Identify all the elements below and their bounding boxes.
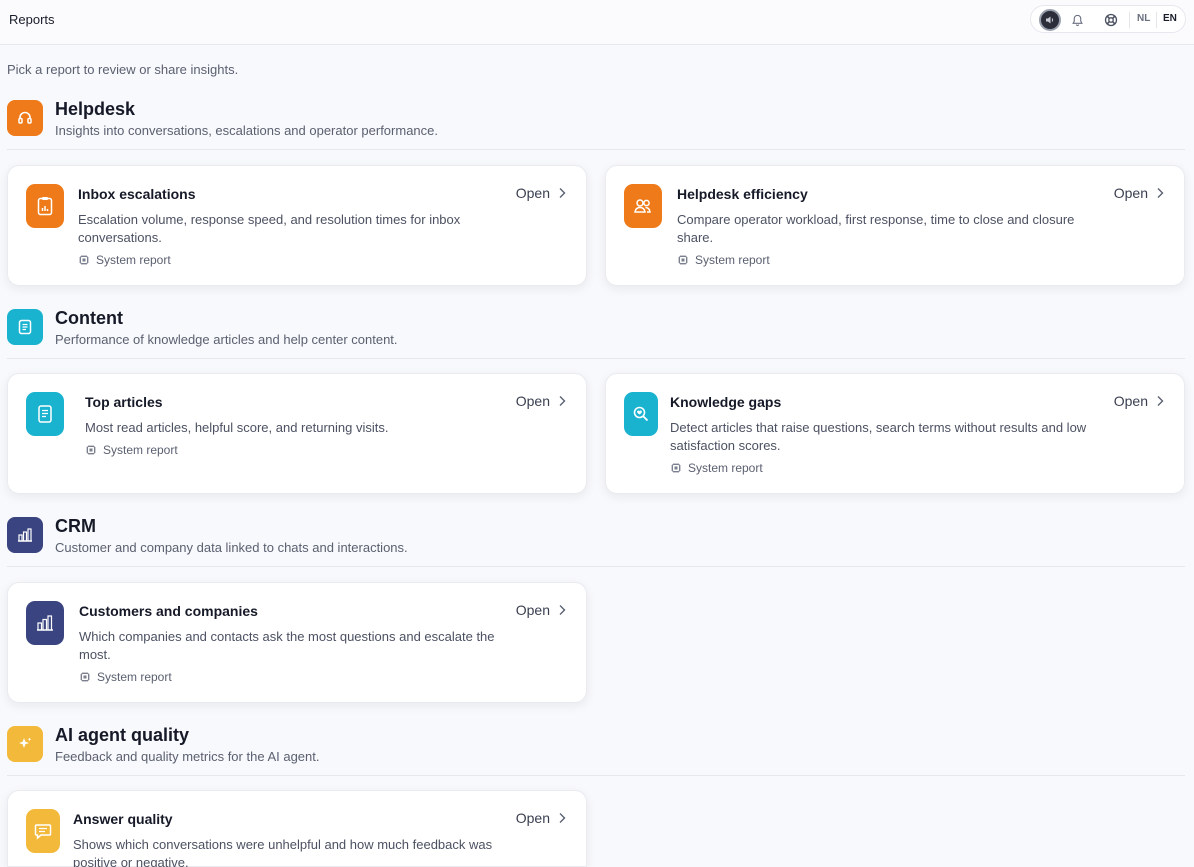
headset-icon — [7, 100, 43, 136]
section-ai-agent-quality: AI agent quality Feedback and quality me… — [7, 725, 1185, 776]
language-en[interactable]: EN — [1163, 13, 1177, 24]
open-report-button[interactable]: Open — [516, 185, 566, 201]
header-toolbar: NL EN — [1030, 5, 1186, 33]
section-title: AI agent quality — [55, 725, 190, 745]
bell-icon[interactable] — [1069, 12, 1085, 28]
chip-icon — [80, 672, 90, 682]
card-title: Answer quality — [73, 811, 173, 827]
report-card-answer-quality[interactable]: Answer quality Shows which conversations… — [7, 790, 587, 867]
speaker-icon — [1046, 16, 1054, 24]
card-meta: System report — [85, 443, 178, 457]
chevron-right-icon — [1157, 188, 1164, 198]
card-title: Inbox escalations — [78, 186, 196, 202]
chat-lines-icon — [26, 809, 60, 853]
report-card-knowledge-gaps[interactable]: Knowledge gaps Detect articles that rais… — [605, 373, 1185, 494]
top-bar: Reports NL EN — [0, 0, 1194, 45]
card-description: Detect articles that raise questions, se… — [670, 420, 1087, 453]
card-title: Top articles — [85, 394, 163, 410]
open-label: Open — [515, 602, 550, 618]
card-title: Helpdesk efficiency — [677, 186, 808, 202]
user-avatar[interactable] — [1039, 9, 1061, 31]
chip-icon — [671, 463, 681, 473]
section-crm: CRM Customer and company data linked to … — [7, 516, 1185, 567]
card-description: Escalation volume, response speed, and r… — [78, 212, 461, 245]
page-subtitle: Pick a report to review or share insight… — [7, 62, 239, 77]
section-description: Feedback and quality metrics for the AI … — [55, 749, 320, 764]
chip-icon — [86, 445, 96, 455]
section-description: Performance of knowledge articles and he… — [55, 332, 398, 347]
open-report-button[interactable]: Open — [516, 810, 566, 826]
open-report-button[interactable]: Open — [1114, 185, 1164, 201]
open-label: Open — [1113, 393, 1148, 409]
users-icon — [624, 184, 662, 228]
system-report-label: System report — [103, 443, 178, 457]
chevron-right-icon — [1157, 396, 1164, 406]
system-report-label: System report — [688, 461, 763, 475]
open-label: Open — [515, 185, 550, 201]
section-description: Insights into conversations, escalations… — [55, 123, 438, 138]
document-list-icon — [7, 309, 43, 345]
card-meta: System report — [79, 670, 172, 684]
card-description: Most read articles, helpful score, and r… — [85, 420, 389, 435]
chevron-right-icon — [559, 188, 566, 198]
card-description: Compare operator workload, first respons… — [677, 212, 1075, 245]
building-chart-icon — [7, 517, 43, 553]
chip-icon — [678, 255, 688, 265]
article-list-icon — [26, 392, 64, 436]
report-card-inbox-escalations[interactable]: Inbox escalations Escalation volume, res… — [7, 165, 587, 286]
system-report-label: System report — [695, 253, 770, 267]
card-meta: System report — [677, 253, 770, 267]
system-report-label: System report — [96, 253, 171, 267]
clipboard-chart-icon — [26, 184, 64, 228]
help-lifebuoy-icon[interactable] — [1103, 12, 1119, 28]
open-report-button[interactable]: Open — [516, 602, 566, 618]
section-description: Customer and company data linked to chat… — [55, 540, 408, 555]
section-title: Content — [55, 308, 123, 328]
toolbar-divider — [1156, 12, 1157, 28]
section-title: CRM — [55, 516, 96, 536]
open-label: Open — [515, 393, 550, 409]
system-report-label: System report — [97, 670, 172, 684]
open-label: Open — [1113, 185, 1148, 201]
chevron-right-icon — [559, 396, 566, 406]
open-label: Open — [515, 810, 550, 826]
building-chart-icon — [26, 601, 64, 645]
card-description: Shows which conversations were unhelpful… — [73, 837, 493, 867]
section-content: Content Performance of knowledge article… — [7, 308, 1185, 359]
open-report-button[interactable]: Open — [516, 393, 566, 409]
card-description: Which companies and contacts ask the mos… — [79, 629, 495, 662]
report-card-top-articles[interactable]: Top articles Most read articles, helpful… — [7, 373, 587, 494]
card-title: Knowledge gaps — [670, 394, 782, 410]
toolbar-divider — [1129, 12, 1130, 28]
section-helpdesk: Helpdesk Insights into conversations, es… — [7, 99, 1185, 150]
search-heart-icon — [624, 392, 658, 436]
card-meta: System report — [670, 461, 763, 475]
report-card-customers-and-companies[interactable]: Customers and companies Which companies … — [7, 582, 587, 703]
chip-icon — [79, 255, 89, 265]
card-title: Customers and companies — [79, 603, 258, 619]
chevron-right-icon — [559, 813, 566, 823]
open-report-button[interactable]: Open — [1114, 393, 1164, 409]
chevron-right-icon — [559, 605, 566, 615]
sparkles-icon — [7, 726, 43, 762]
section-title: Helpdesk — [55, 99, 136, 119]
language-nl[interactable]: NL — [1137, 13, 1150, 24]
report-card-helpdesk-efficiency[interactable]: Helpdesk efficiency Compare operator wor… — [605, 165, 1185, 286]
card-meta: System report — [78, 253, 171, 267]
page-title: Reports — [9, 12, 55, 27]
